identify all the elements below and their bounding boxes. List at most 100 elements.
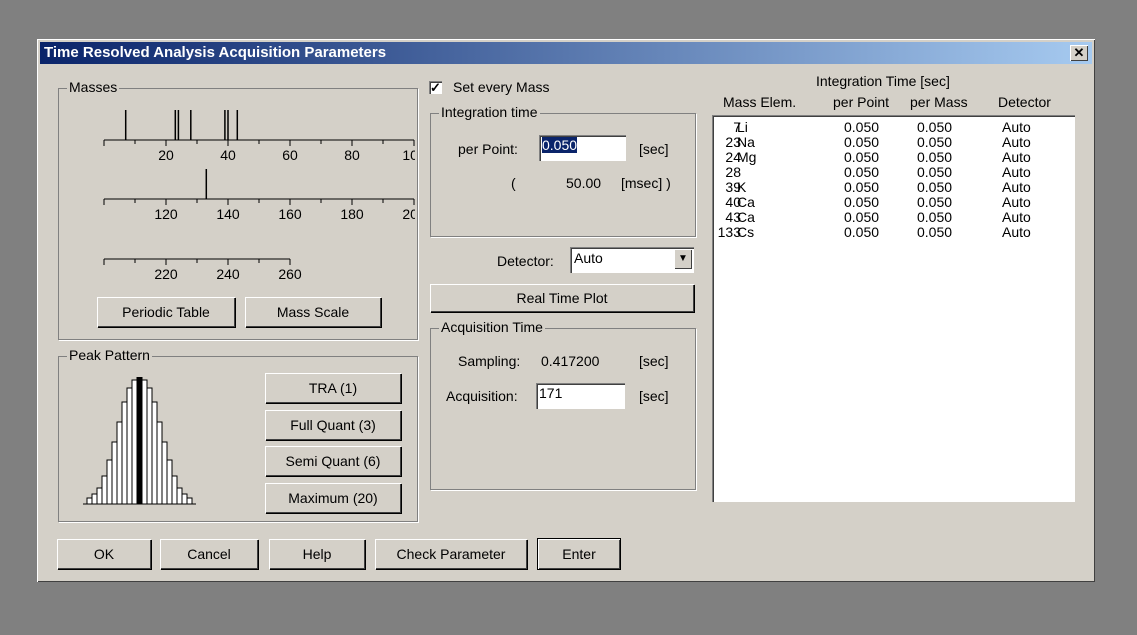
mass-row[interactable]: 24 Mg 0.050 0.050 Auto	[712, 150, 1075, 164]
per-mass-value: 0.050	[917, 164, 953, 180]
acquisition-label: Acquisition:	[446, 388, 518, 404]
acquisition-time-group: Acquisition Time Sampling: 0.417200 [sec…	[430, 319, 696, 490]
peak-bar	[176, 487, 183, 505]
per-point-value: 0.050	[844, 209, 880, 225]
cancel-button[interactable]: Cancel	[160, 539, 258, 569]
mass-scale-1-20-100: 20 40 60 80 100	[103, 110, 415, 163]
close-button[interactable]: ✕	[1070, 45, 1088, 61]
peak-bar	[161, 441, 168, 505]
peak-bar	[106, 459, 113, 505]
per-point-value: 0.050	[844, 134, 880, 150]
per-mass-value: 0.050	[917, 224, 953, 240]
element: Ca	[737, 194, 755, 210]
peak-bar	[166, 459, 173, 505]
enter-button[interactable]: Enter	[537, 538, 621, 570]
set-every-mass-checkbox[interactable]: ✓	[429, 81, 442, 94]
mass-tick-label: 180	[340, 206, 364, 222]
real-time-plot-button[interactable]: Real Time Plot	[430, 284, 694, 312]
ok-button[interactable]: OK	[57, 539, 151, 569]
detector-label: Detector:	[497, 253, 554, 269]
per-mass-value: 0.050	[917, 209, 953, 225]
detector-value: Auto	[1002, 179, 1031, 195]
peak-bar	[146, 387, 153, 505]
col-mass-elem: Mass Elem.	[723, 94, 797, 110]
peak-pattern-group: Peak Pattern TRA (1) Full Quant (3) Semi…	[58, 347, 418, 522]
mass-tick-label: 20	[158, 147, 174, 163]
per-point-input[interactable]: 0.050	[539, 135, 626, 161]
mass-tick-label: 100	[402, 147, 415, 163]
mass-tick-label: 120	[154, 206, 178, 222]
mass-tick-label: 240	[216, 266, 240, 282]
tra-dialog: Time Resolved Analysis Acquisition Param…	[37, 39, 1095, 582]
element: Na	[737, 134, 755, 150]
acquisition-time-legend: Acquisition Time	[439, 319, 545, 335]
peak-bar	[141, 379, 148, 505]
sampling-value: 0.417200	[541, 353, 600, 369]
mass-tick-label: 80	[344, 147, 360, 163]
per-mass-value: 0.050	[917, 119, 953, 135]
per-point-value: 0.050	[844, 149, 880, 165]
peak-bar	[156, 421, 163, 505]
help-button[interactable]: Help	[269, 539, 365, 569]
peak-bar	[121, 401, 128, 505]
peak-bar	[171, 475, 178, 505]
periodic-table-button[interactable]: Periodic Table	[97, 297, 235, 327]
masses-group: Masses 20406080100 120140160180200 22024…	[58, 79, 418, 340]
mass-scale-button[interactable]: Mass Scale	[245, 297, 381, 327]
peak-bar	[186, 497, 193, 505]
detector-value: Auto	[1002, 209, 1031, 225]
element: Cs	[737, 224, 755, 240]
mass-row[interactable]: 23 Na 0.050 0.050 Auto	[712, 135, 1075, 149]
acquisition-input[interactable]: 171	[536, 383, 625, 409]
check-parameter-button[interactable]: Check Parameter	[375, 539, 527, 569]
peak-bar	[126, 387, 133, 505]
mass-scale-plot[interactable]: 20 40 60 80 100 120 140 160 180 200 220 240 260	[59, 89, 415, 284]
mass-row[interactable]: 28 0.050 0.050 Auto	[712, 165, 1075, 179]
mass-scale-3-220-260: 220 240 260	[103, 258, 302, 282]
peak-bar	[91, 493, 98, 505]
element: Li	[737, 119, 748, 135]
tra-1-button[interactable]: TRA (1)	[265, 373, 401, 403]
mass-row[interactable]: 7 Li 0.050 0.050 Auto	[712, 120, 1075, 134]
peak-bar	[116, 421, 123, 505]
integration-time-header: Integration Time [sec]	[816, 73, 950, 89]
detector-value: Auto	[574, 250, 603, 266]
peak-bar	[96, 487, 103, 505]
peak-center-bar	[137, 377, 142, 504]
mass-tick-label: 60	[282, 147, 298, 163]
peak-bar	[131, 379, 138, 505]
msec-value: 50.00	[566, 175, 602, 191]
mass-tick-label: 40	[220, 147, 236, 163]
mass-listbox[interactable]: 7 Li 0.050 0.050 Auto 23 Na 0.050 0.050 Auto 24 Mg 0…	[712, 115, 1075, 502]
detector-combobox[interactable]: Auto ▼	[570, 247, 694, 273]
maximum-20-button[interactable]: Maximum (20)	[265, 483, 401, 513]
mass-tick-label: 160	[278, 206, 302, 222]
per-point-unit: [sec]	[639, 141, 669, 157]
acquisition-unit: [sec]	[639, 388, 669, 404]
detector-value: Auto	[1002, 224, 1031, 240]
semi-quant-6-button[interactable]: Semi Quant (6)	[265, 446, 401, 476]
mass-row[interactable]: 40 Ca 0.050 0.050 Auto	[712, 195, 1075, 209]
element: Ca	[737, 209, 755, 225]
mass-row[interactable]: 39 K 0.050 0.050 Auto	[712, 180, 1075, 194]
col-per-mass: per Mass	[910, 94, 968, 110]
msec-unit: [msec] )	[621, 175, 671, 191]
mass-tick-label: 260	[278, 266, 302, 282]
chevron-down-icon[interactable]: ▼	[674, 249, 692, 269]
full-quant-3-button[interactable]: Full Quant (3)	[265, 410, 401, 440]
mass-row[interactable]: 43 Ca 0.050 0.050 Auto	[712, 210, 1075, 224]
per-point-value: 0.050	[844, 224, 880, 240]
per-point-value: 0.050	[844, 119, 880, 135]
col-detector: Detector	[998, 94, 1051, 110]
set-every-mass-label: Set every Mass	[453, 79, 550, 95]
col-per-point: per Point	[833, 94, 890, 110]
mass-row[interactable]: 133 Cs 0.050 0.050 Auto	[712, 225, 1075, 239]
window-title: Time Resolved Analysis Acquisition Param…	[44, 44, 387, 61]
mass-tick-label: 200	[402, 206, 415, 222]
peak-bar	[86, 497, 93, 505]
mass-scale-2-120-200: 120 140 160 180 200	[103, 169, 415, 222]
element: K	[737, 179, 747, 195]
mass-tick-label: 140	[216, 206, 240, 222]
title-bar[interactable]: Time Resolved Analysis Acquisition Param…	[40, 42, 1092, 64]
detector-value: Auto	[1002, 164, 1031, 180]
